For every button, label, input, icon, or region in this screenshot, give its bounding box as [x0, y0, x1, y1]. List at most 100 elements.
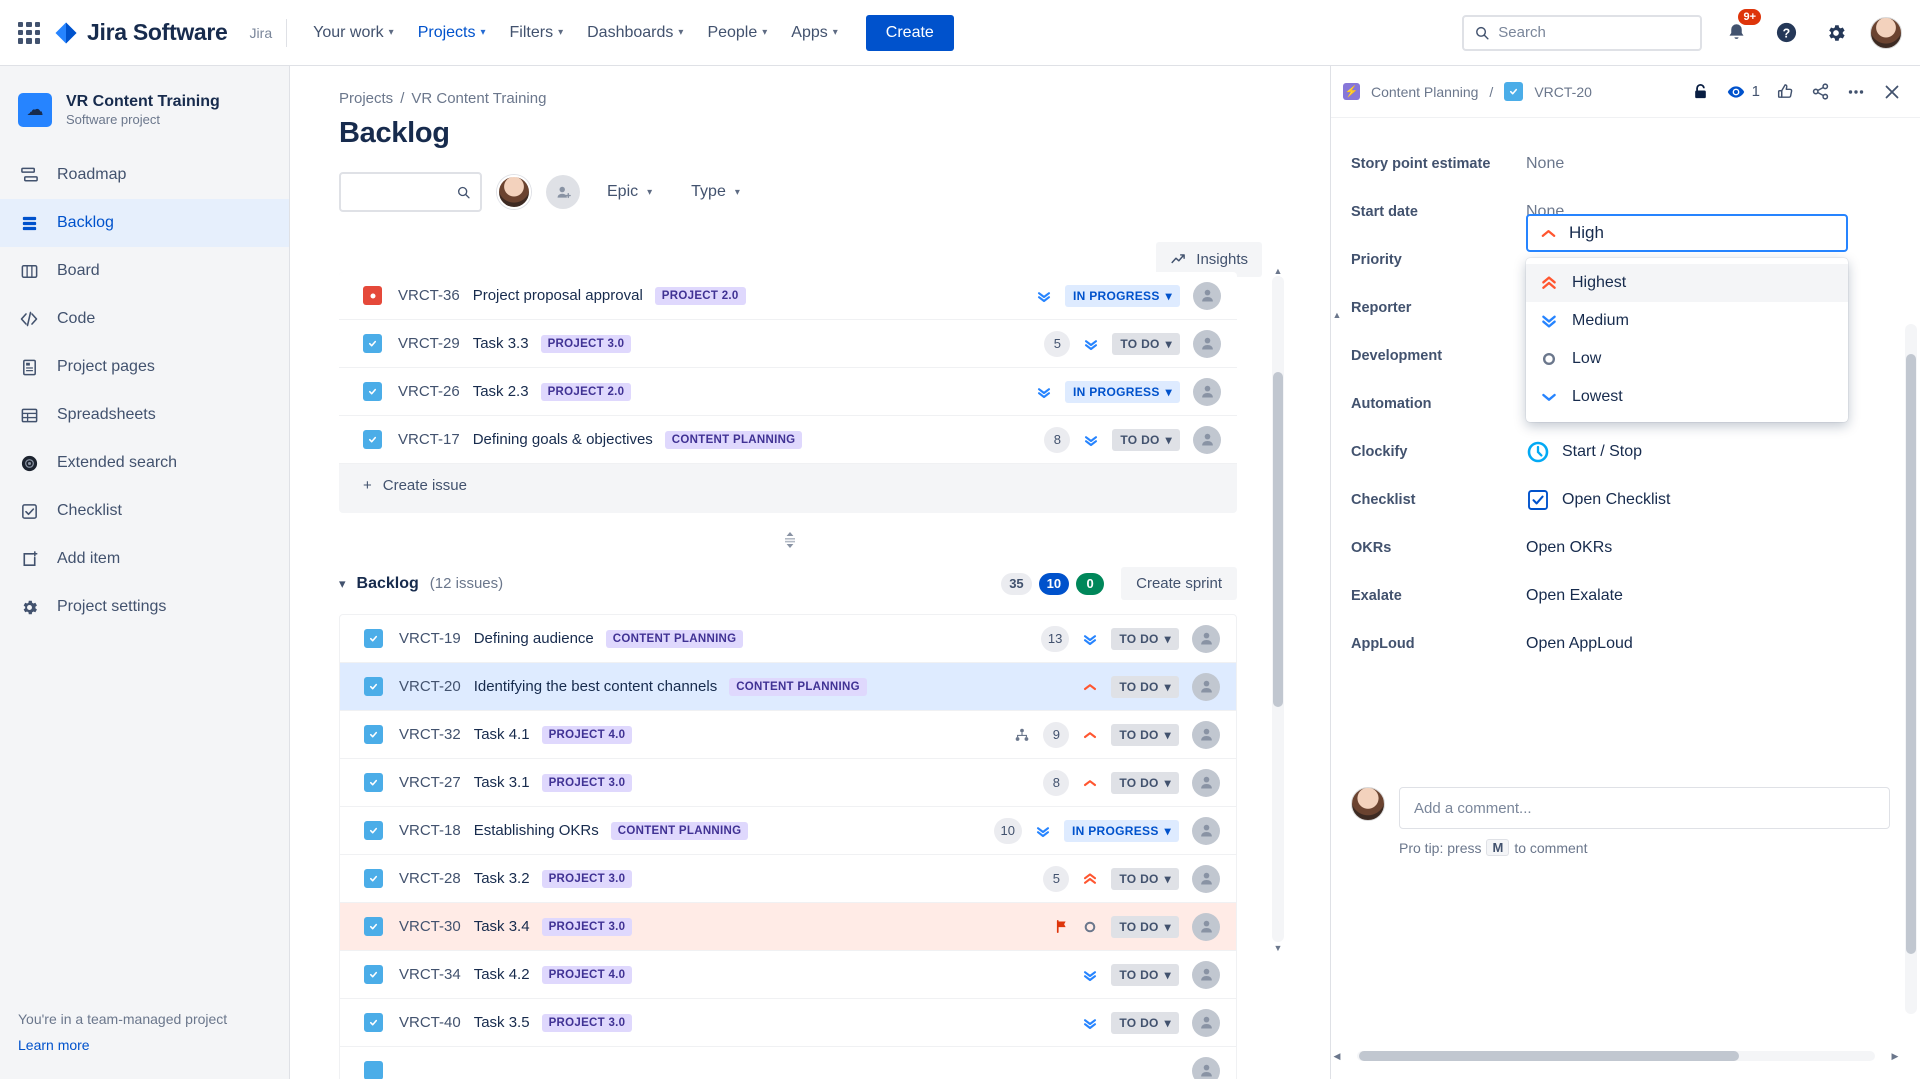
scroll-up-arrow[interactable]: ▲	[1272, 264, 1284, 277]
priority-highest-icon[interactable]	[1082, 871, 1098, 887]
share-button[interactable]	[1811, 82, 1830, 101]
create-issue-button-sprint[interactable]: + Create issue	[339, 464, 1237, 507]
priority-high-icon[interactable]	[1082, 775, 1098, 791]
issue-summary[interactable]: Task 3.2	[474, 870, 530, 887]
avatar[interactable]	[1193, 426, 1221, 454]
sidebar-item-project-settings[interactable]: Project settings	[0, 583, 289, 631]
avatar[interactable]	[1192, 721, 1220, 749]
sidebar-item-spreadsheets[interactable]: Spreadsheets	[0, 391, 289, 439]
issue-summary[interactable]: Task 3.3	[473, 335, 529, 352]
open-okrs-button[interactable]: Open OKRs	[1526, 539, 1612, 557]
sidebar-item-backlog[interactable]: Backlog	[0, 199, 289, 247]
create-button[interactable]: Create	[866, 15, 954, 51]
grid-apps-icon[interactable]	[18, 22, 40, 44]
issue-summary[interactable]: Defining audience	[474, 630, 594, 647]
epic-lozenge[interactable]: CONTENT PLANNING	[729, 678, 867, 696]
table-row[interactable]: VRCT-28 Task 3.2 PROJECT 3.0 5 TO DO ▾	[340, 855, 1236, 903]
priority-option-low[interactable]: Low	[1526, 340, 1848, 378]
watchers-button[interactable]: 1	[1726, 82, 1760, 102]
status-badge[interactable]: TO DO ▾	[1111, 628, 1179, 650]
chevron-down-icon[interactable]: ▾	[339, 576, 346, 592]
table-row[interactable]: VRCT-34 Task 4.2 PROJECT 4.0 TO DO ▾	[340, 951, 1236, 999]
breadcrumb-projects[interactable]: Projects	[339, 90, 393, 107]
avatar[interactable]	[1192, 1009, 1220, 1037]
table-row-flagged[interactable]: VRCT-30 Task 3.4 PROJECT 3.0 TO DO ▾	[340, 903, 1236, 951]
global-search-input[interactable]	[1498, 24, 1689, 41]
status-badge[interactable]: TO DO ▾	[1111, 868, 1179, 890]
issue-key[interactable]: VRCT-27	[399, 774, 461, 791]
filter-avatar-current-user[interactable]	[497, 175, 531, 209]
open-apploud-button[interactable]: Open AppLoud	[1526, 635, 1633, 653]
status-badge[interactable]: IN PROGRESS ▾	[1065, 381, 1180, 403]
like-button[interactable]	[1776, 82, 1795, 101]
issue-summary[interactable]: Project proposal approval	[473, 287, 643, 304]
panel-resize-handle[interactable]	[290, 513, 1290, 567]
status-badge[interactable]: TO DO ▾	[1111, 964, 1179, 986]
table-row[interactable]: VRCT-36 Project proposal approval PROJEC…	[339, 272, 1237, 320]
epic-lozenge[interactable]: PROJECT 2.0	[541, 383, 632, 401]
priority-low-icon[interactable]	[1082, 919, 1098, 935]
scroll-left-arrow[interactable]: ◀	[1331, 1050, 1343, 1063]
epic-lozenge[interactable]: CONTENT PLANNING	[606, 630, 744, 648]
more-actions-button[interactable]	[1846, 82, 1866, 102]
avatar[interactable]	[1192, 865, 1220, 893]
avatar[interactable]	[1192, 1057, 1220, 1079]
nav-apps[interactable]: Apps ▾	[781, 17, 848, 49]
count-done-pill[interactable]: 0	[1076, 573, 1104, 595]
status-badge[interactable]: TO DO ▾	[1111, 772, 1179, 794]
epic-lozenge[interactable]: PROJECT 3.0	[542, 870, 633, 888]
issue-summary[interactable]: Establishing OKRs	[474, 822, 599, 839]
status-badge[interactable]: TO DO ▾	[1112, 333, 1180, 355]
status-badge[interactable]: IN PROGRESS ▾	[1064, 820, 1179, 842]
priority-option-lowest[interactable]: Lowest	[1526, 378, 1848, 416]
story-points[interactable]: 9	[1043, 722, 1069, 748]
avatar[interactable]	[1192, 961, 1220, 989]
issue-key[interactable]: VRCT-29	[398, 335, 460, 352]
open-checklist-button[interactable]: Open Checklist	[1526, 488, 1671, 512]
priority-medium-icon[interactable]	[1036, 288, 1052, 304]
table-row[interactable]: VRCT-26 Task 2.3 PROJECT 2.0 IN PROGRESS…	[339, 368, 1237, 416]
sidebar-item-add-item[interactable]: Add item	[0, 535, 289, 583]
epic-lozenge[interactable]: PROJECT 3.0	[542, 1014, 633, 1032]
story-points[interactable]: 13	[1041, 626, 1069, 652]
add-comment-input[interactable]: Add a comment...	[1399, 787, 1890, 829]
avatar[interactable]	[1192, 673, 1220, 701]
global-search-box[interactable]	[1462, 15, 1702, 51]
avatar[interactable]	[1193, 378, 1221, 406]
epic-lozenge[interactable]: CONTENT PLANNING	[665, 431, 803, 449]
settings-button[interactable]	[1820, 17, 1852, 49]
issue-key[interactable]: VRCT-32	[399, 726, 461, 743]
close-button[interactable]	[1882, 82, 1902, 102]
scroll-right-arrow[interactable]: ▶	[1889, 1050, 1901, 1063]
backlog-search-box[interactable]	[339, 172, 482, 212]
detail-vertical-scrollbar[interactable]	[1905, 324, 1917, 1014]
project-header[interactable]: ☁ VR Content Training Software project	[0, 92, 289, 151]
jira-brand-logo[interactable]: Jira Software	[54, 19, 228, 46]
detail-issue-key[interactable]: VRCT-20	[1534, 84, 1592, 100]
issue-key[interactable]: VRCT-40	[399, 1014, 461, 1031]
main-scrollbar-thumb[interactable]	[1273, 372, 1283, 707]
status-badge[interactable]: TO DO ▾	[1111, 1012, 1179, 1034]
sidebar-item-extended-search[interactable]: Extended search	[0, 439, 289, 487]
issue-key[interactable]: VRCT-36	[398, 287, 460, 304]
priority-medium-icon[interactable]	[1083, 336, 1099, 352]
table-row-partial[interactable]	[340, 1047, 1236, 1079]
type-filter-dropdown[interactable]: Type ▾	[679, 175, 752, 209]
table-row[interactable]: VRCT-18 Establishing OKRs CONTENT PLANNI…	[340, 807, 1236, 855]
table-row[interactable]: VRCT-17 Defining goals & objectives CONT…	[339, 416, 1237, 464]
status-badge[interactable]: TO DO ▾	[1112, 429, 1180, 451]
create-sprint-button[interactable]: Create sprint	[1121, 567, 1237, 600]
table-row[interactable]: VRCT-29 Task 3.3 PROJECT 3.0 5 TO DO ▾	[339, 320, 1237, 368]
story-points[interactable]: 8	[1044, 427, 1070, 453]
field-value[interactable]: None	[1526, 155, 1564, 173]
backlog-search-input[interactable]	[351, 184, 457, 200]
story-points[interactable]: 5	[1043, 866, 1069, 892]
table-row[interactable]: VRCT-40 Task 3.5 PROJECT 3.0 TO DO ▾	[340, 999, 1236, 1047]
priority-medium-icon[interactable]	[1082, 967, 1098, 983]
issue-summary[interactable]: Task 4.2	[474, 966, 530, 983]
nav-filters[interactable]: Filters ▾	[500, 17, 574, 49]
avatar[interactable]	[1193, 282, 1221, 310]
sidebar-item-project-pages[interactable]: Project pages	[0, 343, 289, 391]
issue-key[interactable]: VRCT-20	[399, 678, 461, 695]
epic-lozenge[interactable]: PROJECT 4.0	[542, 966, 633, 984]
